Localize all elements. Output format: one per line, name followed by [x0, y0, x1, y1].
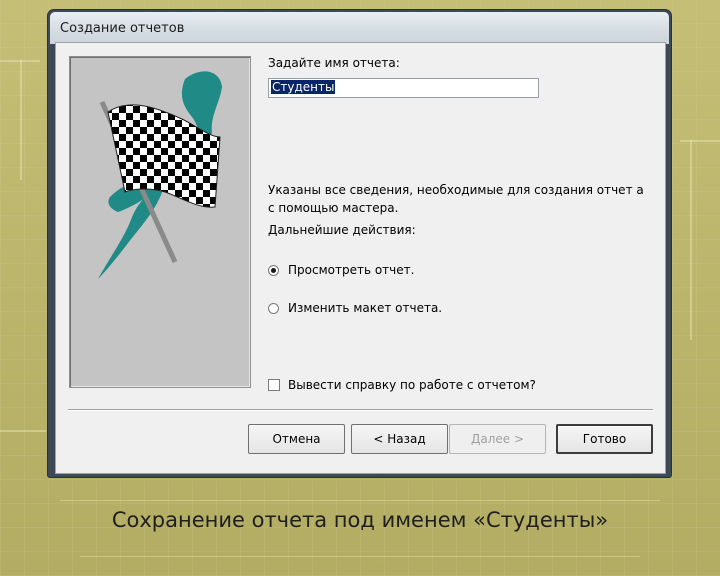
dialog-client-area: Задайте имя отчета: Студенты Указаны все… [55, 42, 666, 474]
finish-button[interactable]: Готово [556, 424, 653, 454]
next-actions-label: Дальнейшие действия: [268, 223, 416, 237]
cancel-button[interactable]: Отмена [248, 424, 345, 454]
dialog-titlebar[interactable]: Создание отчетов [50, 12, 669, 44]
radio-preview-report[interactable] [268, 264, 279, 276]
report-name-value: Студенты [271, 80, 336, 94]
dialog-separator [68, 409, 653, 411]
report-name-input[interactable]: Студенты [268, 78, 539, 98]
help-checkbox-row[interactable]: Вывести справку по работе с отчетом? [268, 378, 536, 392]
info-text: Указаны все сведения, необходимые для со… [268, 183, 644, 215]
help-checkbox-label: Вывести справку по работе с отчетом? [288, 378, 536, 392]
wizard-image-panel [69, 56, 251, 388]
circuit-trace [0, 430, 46, 432]
back-button[interactable]: < Назад [351, 424, 448, 454]
dialog-title: Создание отчетов [60, 21, 185, 36]
next-button: Далее > [449, 424, 546, 454]
option-edit-layout[interactable]: Изменить макет отчета. [268, 299, 442, 317]
slide-caption: Сохранение отчета под именем «Студенты» [111, 508, 609, 532]
circuit-trace [80, 556, 640, 557]
radio-edit-layout[interactable] [268, 302, 279, 314]
option-edit-label: Изменить макет отчета. [288, 301, 443, 315]
checkered-flag-icon [98, 71, 222, 279]
option-preview-report[interactable]: Просмотреть отчет. [268, 261, 414, 279]
report-wizard-dialog: Создание отчетов Задайте имя отчета: Сту… [48, 10, 671, 477]
circuit-trace [690, 140, 692, 340]
circuit-trace [680, 140, 720, 142]
help-checkbox[interactable] [268, 379, 280, 391]
option-preview-label: Просмотреть отчет. [288, 263, 415, 277]
wizard-content: Задайте имя отчета: Студенты Указаны все… [268, 43, 665, 413]
circuit-trace [20, 60, 22, 180]
report-name-prompt: Задайте имя отчета: [268, 56, 400, 70]
circuit-trace [60, 500, 660, 501]
